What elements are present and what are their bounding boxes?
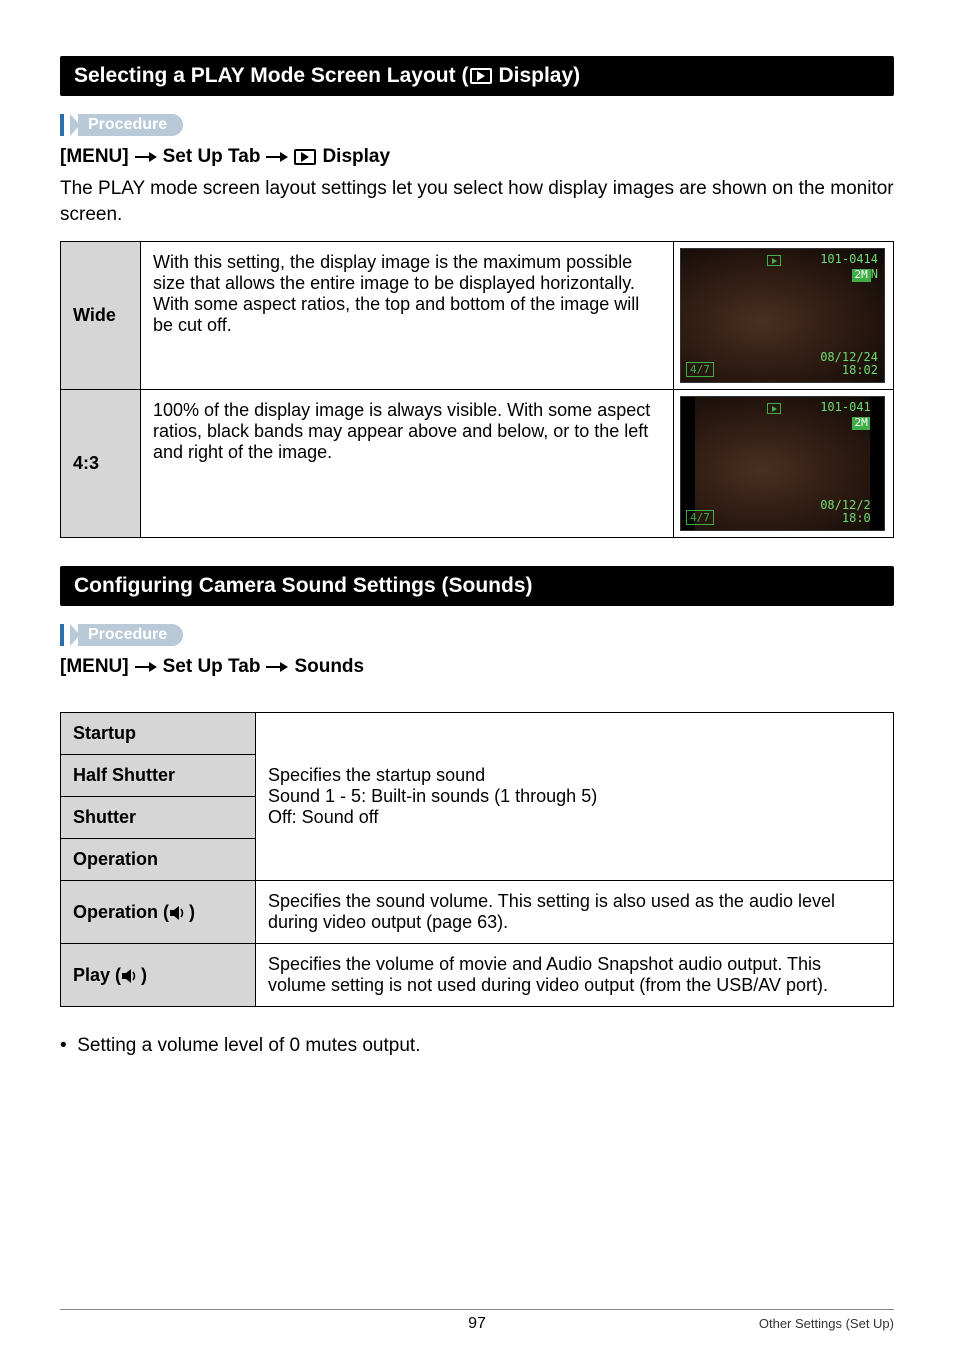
row-desc-operation-vol: Specifies the sound volume. This setting…	[256, 881, 894, 944]
section-heading-play-layout: Selecting a PLAY Mode Screen Layout ( Di…	[60, 56, 894, 96]
group-desc-2: Sound 1 - 5: Built-in sounds (1 through …	[268, 786, 597, 806]
table-row: Wide With this setting, the display imag…	[61, 242, 894, 390]
screenshot-wide: 101-0414 2MN 08/12/24 18:02 4/7	[680, 248, 885, 383]
menu-path-1: [MENU] Set Up Tab Display	[60, 146, 894, 168]
procedure-pill: Procedure	[78, 114, 183, 136]
op-vol-pre: Operation (	[73, 902, 169, 922]
menu-path-2-p2: Set Up Tab	[163, 656, 261, 678]
table-row: 4:3 100% of the display image is always …	[61, 390, 894, 538]
procedure-pill: Procedure	[78, 624, 183, 646]
op-vol-post: )	[189, 902, 195, 922]
menu-path-1-p3: Display	[322, 146, 390, 168]
footer-section: Other Settings (Set Up)	[759, 1316, 894, 1331]
procedure-label: Procedure	[88, 116, 167, 133]
overlay-top-right: 101-0414 2MN	[820, 401, 878, 430]
row-label-operation: Operation	[61, 839, 256, 881]
row-image-43: 101-0414 2MN 08/12/24 18:02 4/7	[674, 390, 894, 538]
overlay-badge: 2M	[852, 417, 871, 430]
overlay-id: 101-0414	[820, 252, 878, 266]
procedure-accent-bar	[60, 624, 64, 646]
menu-path-2-p1: [MENU]	[60, 656, 129, 678]
sounds-table: Startup Specifies the startup sound Soun…	[60, 712, 894, 1007]
procedure-accent-bar	[60, 114, 64, 136]
section2-title: Configuring Camera Sound Settings (Sound…	[74, 574, 533, 598]
section1-title-post: Display)	[498, 64, 580, 88]
row-label-wide: Wide	[61, 242, 141, 390]
table-row: Play () Specifies the volume of movie an…	[61, 944, 894, 1007]
row-label-play-vol: Play ()	[61, 944, 256, 1007]
bullet-text: Setting a volume level of 0 mutes output…	[77, 1035, 420, 1056]
overlay-date: 08/12/24	[820, 350, 878, 364]
procedure-row: Procedure	[60, 624, 894, 646]
overlay-bottom-left: 4/7	[686, 362, 714, 377]
overlay-time: 18:02	[842, 363, 878, 377]
overlay-play-icon	[767, 255, 781, 266]
row-label-half-shutter: Half Shutter	[61, 755, 256, 797]
speaker-icon	[121, 969, 141, 983]
play-vol-pre: Play (	[73, 965, 121, 985]
row-label-startup: Startup	[61, 713, 256, 755]
overlay-badge: 2M	[852, 269, 871, 282]
play-vol-post: )	[141, 965, 147, 985]
group-desc-cell: Specifies the startup sound Sound 1 - 5:…	[256, 713, 894, 881]
screenshot-43: 101-0414 2MN 08/12/24 18:02 4/7	[680, 396, 885, 531]
row-label-shutter: Shutter	[61, 797, 256, 839]
arrow-icon	[266, 152, 288, 162]
arrow-icon	[266, 662, 288, 672]
table-row: Startup Specifies the startup sound Soun…	[61, 713, 894, 755]
row-image-wide: 101-0414 2MN 08/12/24 18:02 4/7	[674, 242, 894, 390]
group-desc-1: Specifies the startup sound	[268, 765, 485, 785]
section1-title-pre: Selecting a PLAY Mode Screen Layout (	[74, 64, 468, 88]
row-desc-43: 100% of the display image is always visi…	[141, 390, 674, 538]
overlay-bottom-right: 08/12/24 18:02	[820, 499, 878, 527]
table-row: Operation () Specifies the sound volume.…	[61, 881, 894, 944]
overlay-bottom-right: 08/12/24 18:02	[820, 351, 878, 379]
menu-path-1-p1: [MENU]	[60, 146, 129, 168]
arrow-icon	[135, 152, 157, 162]
page-number: 97	[468, 1315, 486, 1333]
overlay-date: 08/12/24	[820, 498, 878, 512]
speaker-icon	[169, 906, 189, 920]
play-mode-icon	[294, 149, 316, 165]
section-heading-sounds: Configuring Camera Sound Settings (Sound…	[60, 566, 894, 606]
overlay-top-right: 101-0414 2MN	[820, 253, 878, 282]
procedure-label: Procedure	[88, 626, 167, 643]
overlay-bottom-left: 4/7	[686, 510, 714, 525]
overlay-id: 101-0414	[820, 400, 878, 414]
display-layout-table: Wide With this setting, the display imag…	[60, 241, 894, 538]
section1-intro: The PLAY mode screen layout settings let…	[60, 176, 894, 227]
row-desc-play-vol: Specifies the volume of movie and Audio …	[256, 944, 894, 1007]
bullet-note: • Setting a volume level of 0 mutes outp…	[60, 1035, 894, 1057]
row-label-operation-vol: Operation ()	[61, 881, 256, 944]
overlay-play-icon	[767, 403, 781, 414]
menu-path-2-p3: Sounds	[294, 656, 364, 678]
menu-path-2: [MENU] Set Up Tab Sounds	[60, 656, 894, 678]
overlay-time: 18:02	[842, 511, 878, 525]
group-desc-3: Off: Sound off	[268, 807, 378, 827]
page-footer: 97 Other Settings (Set Up)	[60, 1309, 894, 1331]
row-label-43: 4:3	[61, 390, 141, 538]
menu-path-1-p2: Set Up Tab	[163, 146, 261, 168]
row-desc-wide: With this setting, the display image is …	[141, 242, 674, 390]
play-mode-icon	[470, 68, 492, 84]
arrow-icon	[135, 662, 157, 672]
procedure-row: Procedure	[60, 114, 894, 136]
